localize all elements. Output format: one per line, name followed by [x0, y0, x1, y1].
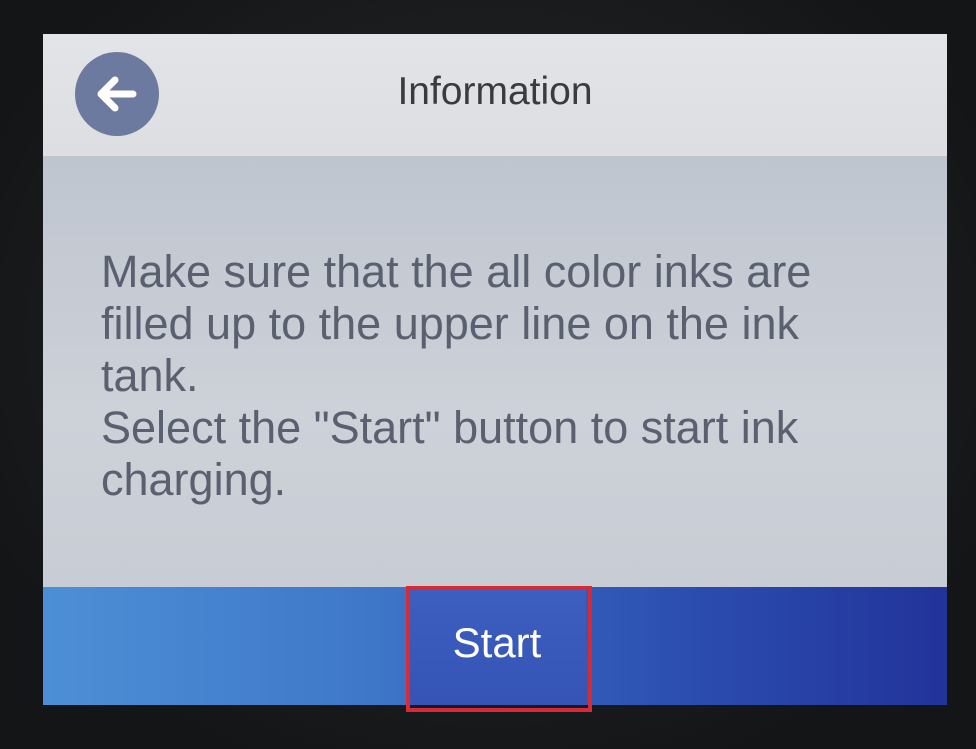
instruction-message: Make sure that the all color inks are fi…: [101, 246, 812, 505]
printer-screen: Information Make sure that the all color…: [43, 34, 947, 705]
action-bar: Start: [43, 587, 947, 705]
page-title: Information: [397, 70, 593, 113]
message-area: Make sure that the all color inks are fi…: [43, 156, 947, 587]
screen-header: Information: [43, 34, 947, 156]
start-button[interactable]: Start: [408, 587, 586, 705]
start-button-label: Start: [452, 619, 542, 666]
